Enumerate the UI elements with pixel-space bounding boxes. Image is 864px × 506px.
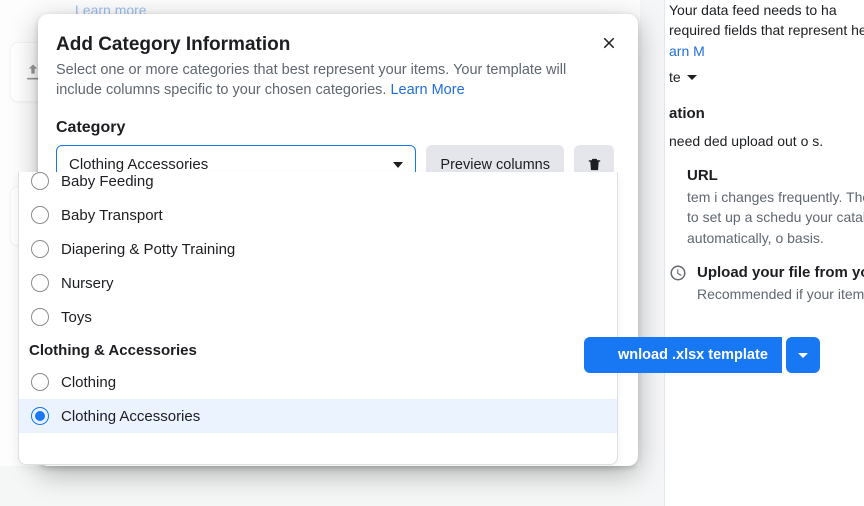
radio-icon [31, 274, 49, 292]
category-field-label: Category [56, 119, 614, 137]
rp-url-title: URL [687, 165, 864, 187]
radio-icon [31, 206, 49, 224]
category-option[interactable]: Clothing Accessories [19, 399, 617, 433]
download-template-split-button[interactable]: wnload .xlsx template [584, 337, 820, 373]
trash-icon [586, 156, 603, 173]
category-option[interactable]: Nursery [19, 266, 617, 300]
rp-intro-text-2: required fields that represent help sure… [669, 20, 864, 40]
modal-subtitle: Select one or more categories that best … [56, 60, 614, 101]
category-option[interactable]: Clothing [19, 365, 617, 399]
category-option-label: Baby Feeding [61, 173, 154, 190]
rp-learn-more-link[interactable]: arn M [669, 43, 705, 59]
category-option[interactable]: Baby Feeding [19, 172, 617, 198]
rp-need-block: need ded upload out o s. [669, 131, 864, 151]
rp-upload-title: Upload your file from you [697, 262, 864, 284]
category-option-label: Nursery [61, 275, 114, 292]
modal-learn-more-link[interactable]: Learn More [390, 82, 464, 98]
close-icon [600, 34, 618, 52]
right-info-panel: Your data feed needs to ha required fiel… [664, 0, 864, 506]
category-listbox: Baby Feeding Baby Transport Diapering & Po… [18, 172, 618, 465]
category-option[interactable]: Baby Transport [19, 198, 617, 232]
close-button[interactable] [594, 28, 624, 58]
rp-upload-sub: Recommended if your item i [697, 284, 864, 304]
category-listbox-scroll[interactable]: Baby Feeding Baby Transport Diapering & Po… [19, 172, 617, 464]
category-select-value: Clothing Accessories [69, 156, 208, 173]
rp-te-label: te [669, 67, 681, 87]
rp-url-sub: tem i changes frequently. These o allow … [687, 187, 864, 248]
download-options-button[interactable] [786, 337, 820, 373]
chevron-down-icon [798, 353, 808, 358]
category-option[interactable]: Toys [19, 300, 617, 334]
category-option-label: Clothing [61, 374, 116, 391]
modal-title: Add Category Information [56, 34, 614, 56]
category-group-label: Clothing & Accessories [19, 334, 617, 365]
chevron-down-icon [687, 75, 697, 80]
modal-subtitle-text: Select one or more categories that best … [56, 62, 566, 98]
rp-intro-text: Your data feed needs to ha [669, 0, 864, 20]
rp-te-row[interactable]: te [669, 67, 864, 87]
category-option-label: Clothing Accessories [61, 408, 200, 425]
clock-icon [669, 264, 687, 282]
radio-icon [31, 407, 49, 425]
radio-icon [31, 240, 49, 258]
category-option-label: Diapering & Potty Training [61, 241, 235, 258]
radio-icon [31, 308, 49, 326]
radio-icon [31, 172, 49, 190]
chevron-down-icon [393, 162, 403, 168]
category-option-label: Toys [61, 309, 92, 326]
category-option[interactable]: Diapering & Potty Training [19, 232, 617, 266]
download-xlsx-button[interactable]: wnload .xlsx template [584, 337, 782, 373]
rp-section-heading: ation [669, 103, 864, 125]
category-option-label: Baby Transport [61, 207, 163, 224]
radio-icon [31, 373, 49, 391]
